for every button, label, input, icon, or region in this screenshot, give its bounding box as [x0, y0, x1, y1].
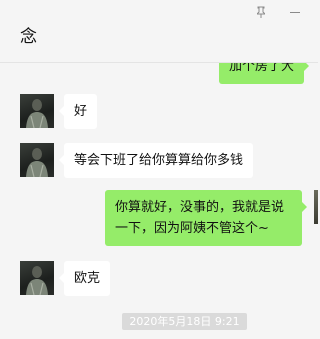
chat-title: 念 — [20, 27, 37, 47]
message-bubble-outgoing[interactable]: 你算就好，没事的，我就是说一下，因为阿姨不管这个~ — [105, 190, 307, 246]
message-text: 等会下班了给你算算给你多钱 — [74, 153, 244, 168]
message-bubble-incoming[interactable]: 好 — [58, 94, 98, 129]
avatar[interactable] — [20, 143, 54, 177]
message-text: 你算就好，没事的，我就是说一下，因为阿姨不管这个~ — [115, 200, 285, 236]
message-bubble-outgoing[interactable]: 加个房了大 — [218, 63, 310, 84]
message-bubble-incoming[interactable]: 欧克 — [58, 261, 111, 296]
pin-icon[interactable] — [254, 4, 268, 18]
message-list[interactable]: 加个房了大 好 等会下班了给你算算给你多钱 你算就好，没事的，我就是说一下，因为… — [0, 63, 318, 339]
avatar[interactable] — [20, 261, 54, 295]
chat-header: 念 — [0, 0, 318, 63]
message-text: 欧克 — [74, 271, 101, 286]
message-text: 加个房了大 — [228, 63, 294, 74]
avatar[interactable] — [20, 94, 54, 128]
minimize-icon[interactable] — [288, 4, 302, 18]
avatar[interactable] — [314, 190, 318, 224]
message-text: 好 — [74, 104, 88, 119]
message-bubble-incoming[interactable]: 等会下班了给你算算给你多钱 — [58, 143, 254, 178]
timestamp: 2020年5月18日 9:21 — [122, 313, 247, 330]
